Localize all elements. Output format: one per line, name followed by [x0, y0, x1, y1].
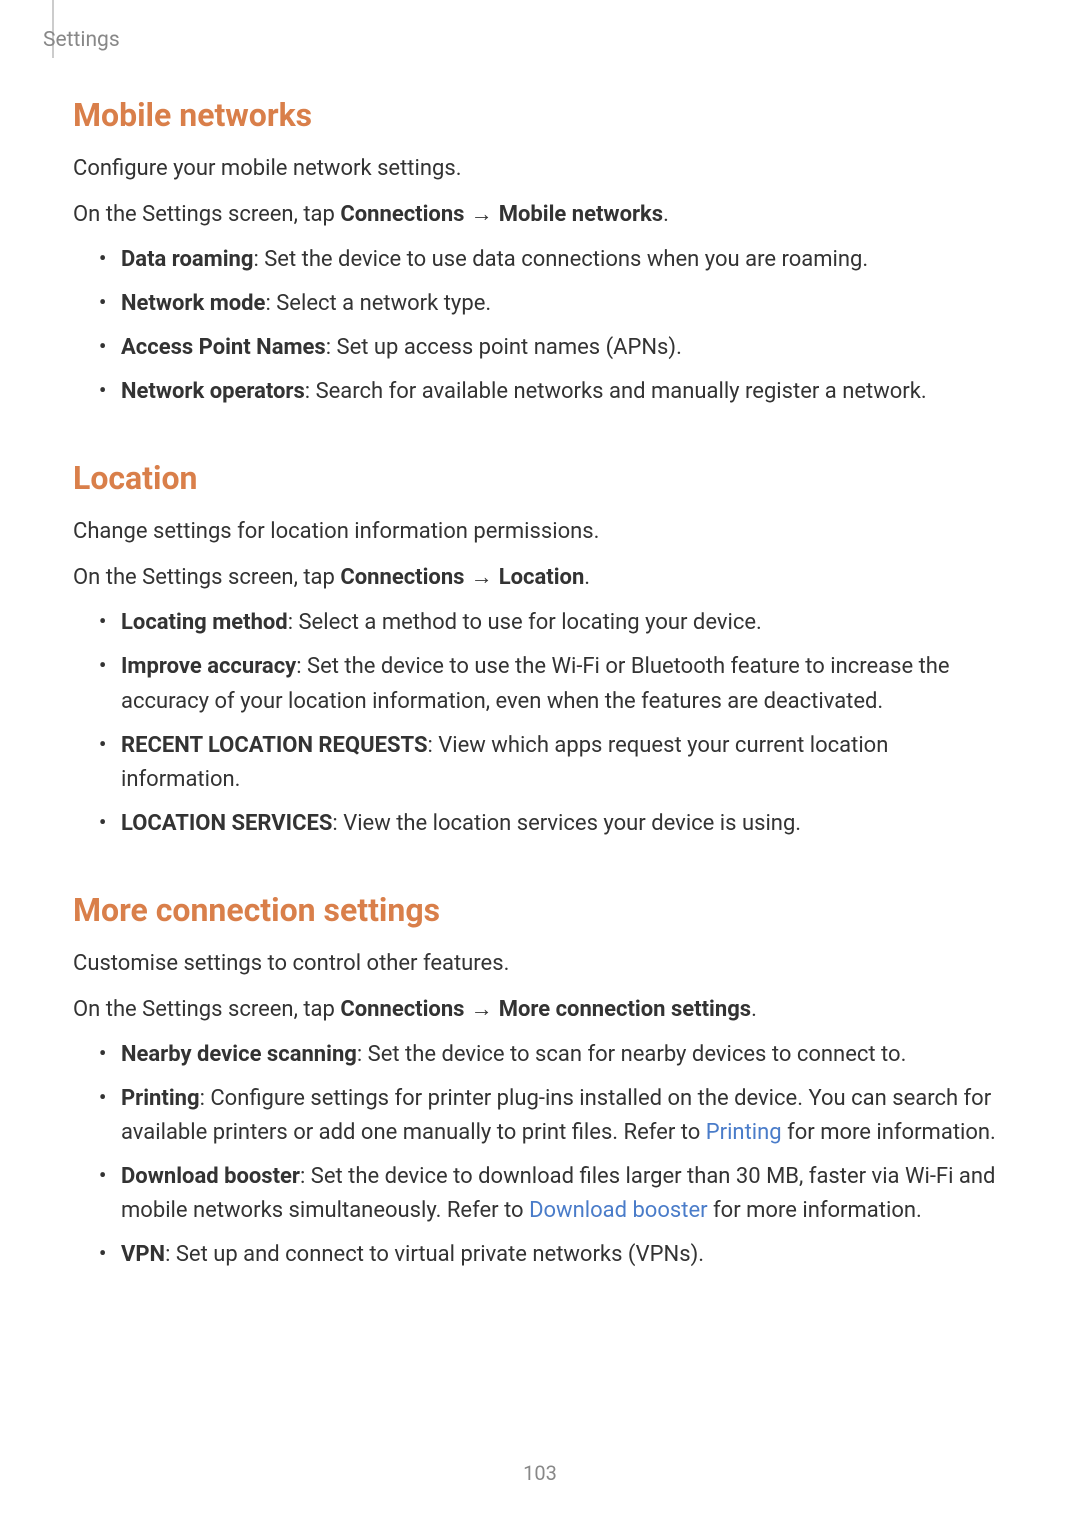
nav-arrow: → [464, 996, 498, 1021]
item-bold: Access Point Names [121, 335, 326, 360]
nav-bold: Connections [340, 997, 464, 1022]
nav-bold: Connections [340, 565, 464, 590]
item-text: : View the location services your device… [332, 811, 801, 836]
list-item: Network mode: Select a network type. [101, 287, 1007, 321]
intro-mobile-networks: Configure your mobile network settings. [73, 152, 1007, 185]
nav-prefix: On the Settings screen, tap [73, 997, 340, 1022]
page-content: Mobile networks Configure your mobile ne… [73, 96, 1007, 1283]
list-more-connection: Nearby device scanning: Set the device t… [73, 1038, 1007, 1273]
item-text: for more information. [708, 1198, 922, 1223]
item-text: : Search for available networks and manu… [305, 379, 927, 404]
list-item: RECENT LOCATION REQUESTS: View which app… [101, 729, 1007, 797]
item-bold: Data roaming [121, 247, 253, 272]
nav-suffix: . [751, 997, 757, 1022]
nav-mobile-networks: On the Settings screen, tap Connections … [73, 197, 1007, 231]
nav-bold: Mobile networks [499, 202, 663, 227]
list-item: VPN: Set up and connect to virtual priva… [101, 1238, 1007, 1272]
item-bold: Download booster [121, 1164, 300, 1189]
list-item: Printing: Configure settings for printer… [101, 1082, 1007, 1150]
list-location: Locating method: Select a method to use … [73, 606, 1007, 841]
item-text: : Select a method to use for locating yo… [288, 610, 762, 635]
nav-arrow: → [464, 201, 498, 226]
item-bold: Improve accuracy [121, 654, 296, 679]
nav-bold: Connections [340, 202, 464, 227]
list-item: Nearby device scanning: Set the device t… [101, 1038, 1007, 1072]
nav-bold: More connection settings [499, 997, 751, 1022]
item-bold: VPN [121, 1242, 165, 1267]
list-item: Access Point Names: Set up access point … [101, 331, 1007, 365]
item-bold: Printing [121, 1086, 200, 1111]
item-bold: Nearby device scanning [121, 1042, 357, 1067]
item-text: : Set the device to use data connections… [253, 247, 868, 272]
nav-prefix: On the Settings screen, tap [73, 202, 340, 227]
list-item: Download booster: Set the device to down… [101, 1160, 1007, 1228]
item-text: for more information. [782, 1120, 996, 1145]
nav-location: On the Settings screen, tap Connections … [73, 560, 1007, 594]
list-item: Improve accuracy: Set the device to use … [101, 650, 1007, 718]
item-text: : Select a network type. [265, 291, 491, 316]
link-download-booster[interactable]: Download booster [529, 1198, 708, 1223]
page-number: 103 [0, 1461, 1080, 1485]
nav-arrow: → [464, 564, 498, 589]
item-bold: LOCATION SERVICES [121, 811, 332, 836]
item-bold: Locating method [121, 610, 288, 635]
item-bold: RECENT LOCATION REQUESTS [121, 733, 428, 758]
nav-suffix: . [584, 565, 590, 590]
nav-more-connection: On the Settings screen, tap Connections … [73, 992, 1007, 1026]
list-mobile-networks: Data roaming: Set the device to use data… [73, 243, 1007, 409]
item-bold: Network mode [121, 291, 265, 316]
list-item: Network operators: Search for available … [101, 375, 1007, 409]
nav-suffix: . [663, 202, 669, 227]
intro-location: Change settings for location information… [73, 515, 1007, 548]
section-title-location: Location [73, 459, 1007, 497]
section-title-more-connection: More connection settings [73, 891, 1007, 929]
list-item: Data roaming: Set the device to use data… [101, 243, 1007, 277]
list-item: LOCATION SERVICES: View the location ser… [101, 807, 1007, 841]
item-text: : Set up and connect to virtual private … [165, 1242, 704, 1267]
section-title-mobile-networks: Mobile networks [73, 96, 1007, 134]
nav-prefix: On the Settings screen, tap [73, 565, 340, 590]
item-text: : Set the device to scan for nearby devi… [357, 1042, 907, 1067]
list-item: Locating method: Select a method to use … [101, 606, 1007, 640]
link-printing[interactable]: Printing [706, 1120, 782, 1145]
item-text: : Set up access point names (APNs). [326, 335, 682, 360]
nav-bold: Location [499, 565, 585, 590]
intro-more-connection: Customise settings to control other feat… [73, 947, 1007, 980]
breadcrumb: Settings [43, 28, 120, 52]
item-bold: Network operators [121, 379, 305, 404]
